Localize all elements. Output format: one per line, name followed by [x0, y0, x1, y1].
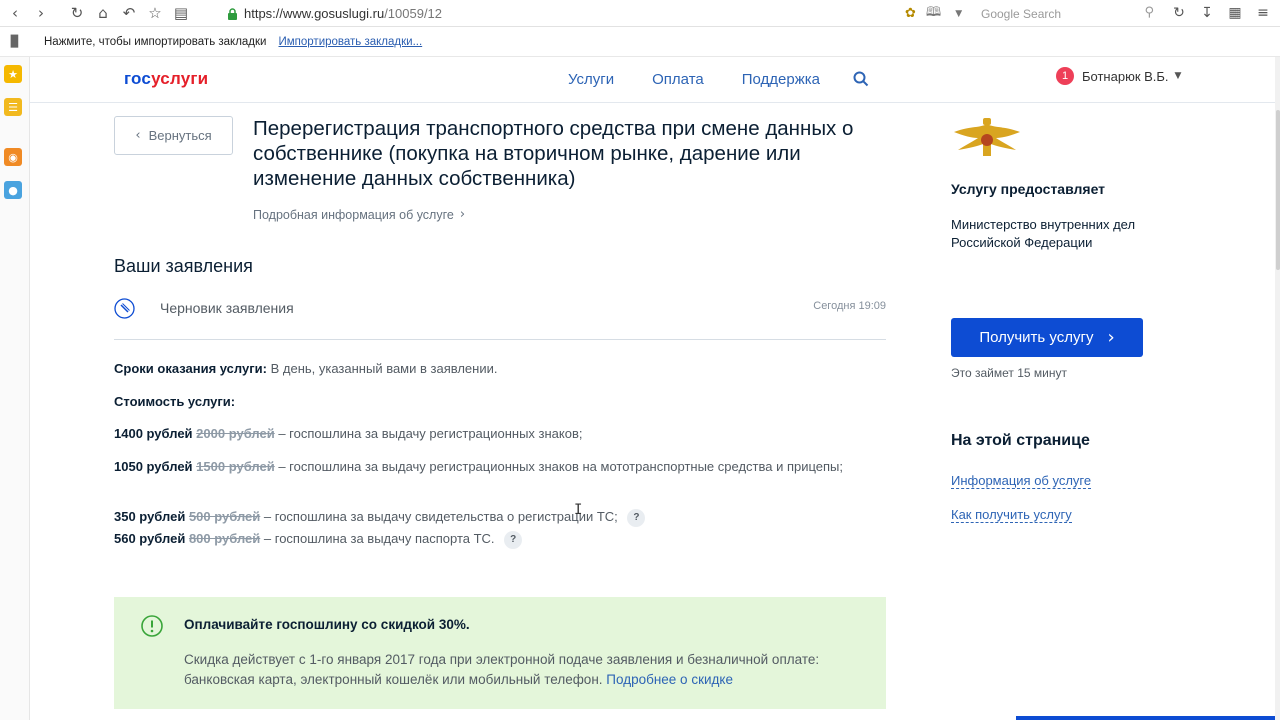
onpage-link-howto[interactable]: Как получить услугу	[951, 507, 1072, 523]
logo-part-uslugi: услуги	[151, 69, 209, 88]
bottom-accent-bar	[1016, 716, 1275, 720]
more-info-link[interactable]: Подробная информация об услуге ›	[253, 207, 465, 222]
chevron-left-icon: ‹	[135, 128, 141, 143]
scrollbar-thumb[interactable]	[1276, 110, 1280, 270]
fee-description: – госпошлина за выдачу паспорта ТС.	[263, 531, 495, 546]
service-duration: Это займет 15 минут	[951, 366, 1067, 380]
address-bar[interactable]: https://www.gosuslugi.ru /10059/12	[226, 3, 896, 24]
fee-description: – госпошлина за выдачу регистрационных з…	[278, 459, 844, 474]
search-engine-dropdown-icon[interactable]: ▼	[955, 9, 962, 19]
rss-icon[interactable]: ◉	[4, 148, 22, 166]
undo-icon[interactable]: ↶	[116, 0, 142, 26]
url-path: /10059/12	[384, 6, 443, 21]
onpage-link-info[interactable]: Информация об услуге	[951, 473, 1092, 489]
more-info-label: Подробная информация об услуге	[253, 207, 454, 222]
text-cursor-icon: I	[574, 502, 583, 518]
forward-arrow-icon[interactable]: ›	[28, 0, 54, 26]
terms-value: В день, указанный вами в заявлении.	[270, 361, 498, 376]
download-icon[interactable]: ↧	[1198, 3, 1216, 23]
star-icon[interactable]: ☆	[142, 0, 168, 26]
fee-description: – госпошлина за выдачу регистрационных з…	[278, 426, 583, 441]
draft-pencil-icon	[114, 298, 135, 319]
applications-heading: Ваши заявления	[114, 256, 253, 276]
search-field-placeholder: Google Search	[981, 6, 1062, 21]
reader-icon[interactable]: ▤	[168, 0, 194, 26]
draft-timestamp: Сегодня 19:09	[813, 300, 886, 312]
nav-support[interactable]: Поддержка	[742, 71, 820, 88]
import-prompt: Нажмите, чтобы импортировать закладки	[44, 35, 267, 48]
notes-icon[interactable]: ☰	[4, 98, 22, 116]
mvd-emblem-icon	[950, 116, 1024, 162]
user-name: Ботнарюк В.Б.	[1082, 68, 1169, 84]
fee-price: 1050 рублей	[114, 459, 193, 474]
discount-text: Скидка действует с 1-го января 2017 года…	[184, 650, 864, 690]
terms-label: Сроки оказания услуги:	[114, 361, 267, 376]
search-field[interactable]: Google Search ⚲	[975, 3, 1160, 24]
search-icon[interactable]: ⚲	[1144, 5, 1154, 20]
site-search-icon[interactable]	[852, 70, 872, 90]
help-question-icon[interactable]: ?	[627, 508, 646, 527]
chevron-right-icon: ›	[459, 207, 466, 222]
nav-services[interactable]: Услуги	[568, 71, 614, 88]
exclamation-icon	[141, 615, 163, 637]
draft-application-row[interactable]: Черновик заявления Сегодня 19:09	[114, 295, 886, 340]
discount-banner: Оплачивайте госпошлину со скидкой 30%. С…	[114, 597, 886, 709]
back-button-label: Вернуться	[148, 128, 212, 143]
lock-icon	[226, 7, 238, 20]
fee-line-1: 1400 рублей 2000 рублей – госпошлина за …	[114, 425, 583, 443]
notification-badge[interactable]: 1	[1056, 67, 1074, 85]
main-nav: Услуги Оплата Поддержка	[568, 71, 820, 88]
history-icon[interactable]: ↻	[1170, 3, 1188, 23]
nav-payment[interactable]: Оплата	[652, 71, 704, 88]
cost-heading: Стоимость услуги:	[114, 393, 235, 411]
page-title: Перерегистрация транспортного средства п…	[253, 117, 854, 190]
fee-old-price: 800 рублей	[188, 531, 261, 546]
help-question-icon[interactable]: ?	[504, 530, 523, 549]
fee-line-4: 560 рублей 800 рублей – госпошлина за вы…	[114, 530, 523, 549]
book-icon[interactable]: 🕮	[926, 3, 941, 25]
chevron-right-icon: ›	[1107, 327, 1115, 348]
fee-old-price: 2000 рублей	[196, 426, 275, 441]
home-icon[interactable]: ⌂	[90, 0, 116, 26]
site-header: госуслуги Услуги Оплата Поддержка 1 Ботн…	[30, 57, 1275, 103]
grid-icon[interactable]: ▦	[1226, 3, 1244, 23]
fee-description: – госпошлина за выдачу свидетельства о р…	[263, 509, 618, 524]
fee-price: 560 рублей	[114, 531, 186, 546]
fee-line-3: 350 рублей 500 рублей – госпошлина за вы…	[114, 508, 646, 527]
sidebar-toggle-icon[interactable]: ▉	[0, 35, 30, 48]
reload-icon[interactable]: ↻	[64, 0, 90, 26]
bookmarks-bar: ▉ Нажмите, чтобы импортировать закладки …	[0, 27, 1280, 57]
get-service-label: Получить услугу	[979, 329, 1094, 346]
fee-old-price: 500 рублей	[188, 509, 261, 524]
terms-line: Сроки оказания услуги: В день, указанный…	[114, 360, 497, 378]
provider-name: Министерство внутренних дел Российской Ф…	[951, 217, 1136, 250]
url-host: https://www.gosuslugi.ru	[244, 6, 385, 21]
user-menu[interactable]: 1 Ботнарюк В.Б. ▼	[1056, 67, 1181, 85]
chat-icon[interactable]: ●	[4, 181, 22, 199]
provider-heading: Услугу предоставляет	[951, 181, 1106, 197]
onpage-heading: На этой странице	[951, 432, 1090, 449]
bee-icon[interactable]: ✿	[905, 6, 916, 21]
back-arrow-icon[interactable]: ‹	[2, 0, 28, 26]
import-bookmarks-link[interactable]: Импортировать закладки...	[278, 36, 422, 48]
fee-old-price: 1500 рублей	[196, 459, 275, 474]
fee-price: 1400 рублей	[114, 426, 193, 441]
chevron-down-icon: ▼	[1174, 71, 1182, 81]
fee-line-2: 1050 рублей 1500 рублей – госпошлина за …	[114, 458, 854, 476]
favorites-icon[interactable]: ★	[4, 65, 22, 83]
browser-sidebar: ★ ☰ ◉ ●	[0, 57, 30, 720]
gosuslugi-logo[interactable]: госуслуги	[124, 69, 208, 89]
fee-price: 350 рублей	[114, 509, 186, 524]
menu-icon[interactable]: ≡	[1254, 3, 1272, 23]
cost-label: Стоимость услуги:	[114, 394, 236, 409]
discount-title: Оплачивайте госпошлину со скидкой 30%.	[184, 617, 470, 632]
back-button[interactable]: ‹ Вернуться	[114, 116, 233, 155]
get-service-button[interactable]: Получить услугу ›	[951, 318, 1143, 357]
discount-more-link[interactable]: Подробнее о скидке	[606, 672, 733, 687]
logo-part-gos: гос	[124, 69, 152, 88]
draft-label: Черновик заявления	[160, 300, 294, 316]
